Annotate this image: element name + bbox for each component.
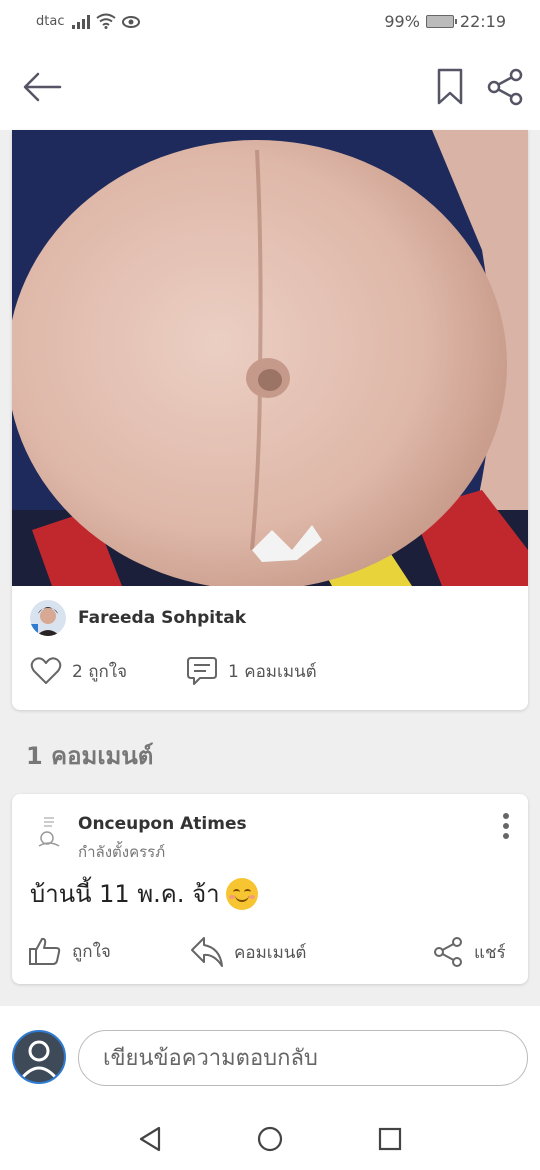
clock: 22:19 [459, 12, 506, 31]
more-options-icon[interactable] [500, 812, 512, 840]
nav-home-icon[interactable] [257, 1126, 283, 1152]
status-bar: dtac 99% 22:19 [0, 0, 540, 44]
speech-bubble-icon [187, 657, 217, 685]
comments-heading: 1 คอมเมนต์ [26, 742, 154, 770]
nav-back-icon[interactable] [138, 1126, 162, 1152]
nav-recents-icon[interactable] [378, 1127, 402, 1151]
post-photo[interactable] [12, 130, 528, 586]
smiling-face-emoji-icon [225, 877, 258, 910]
comment-text-row: บ้านนี้ 11 พ.ค. จ้า [30, 874, 258, 913]
comment-card: Onceupon Atimes กำลังตั้งครรภ์ บ้านนี้ 1… [12, 794, 528, 984]
post-actions: 2 ถูกใจ 1 คอมเมนต์ [30, 652, 510, 692]
carrier-label: dtac [36, 14, 65, 29]
status-right: 99% 22:19 [384, 12, 506, 31]
battery-percent: 99% [384, 12, 420, 31]
comment-share-label: แชร์ [474, 942, 506, 963]
my-avatar[interactable] [12, 1030, 66, 1084]
thumbs-up-icon [29, 937, 61, 965]
post-author-row[interactable]: Fareeda Sohpitak [30, 600, 246, 636]
share-icon[interactable] [486, 68, 524, 106]
heart-icon [30, 657, 62, 684]
status-icons [72, 13, 140, 29]
comment-text: บ้านนี้ 11 พ.ค. จ้า [30, 880, 220, 908]
commenter-status: กำลังตั้งครรภ์ [78, 843, 166, 861]
post-comment-button[interactable]: 1 คอมเมนต์ [186, 656, 317, 686]
eye-icon [122, 16, 140, 28]
post-author-name[interactable]: Fareeda Sohpitak [78, 608, 246, 628]
comment-reply-label: คอมเมนต์ [234, 942, 307, 963]
reply-input[interactable] [78, 1030, 528, 1086]
signal-icon [72, 15, 90, 29]
post-like-count: 2 ถูกใจ [72, 661, 128, 682]
post-like-button[interactable]: 2 ถูกใจ [30, 656, 127, 686]
reply-bar [0, 1006, 540, 1108]
share-icon [434, 937, 462, 967]
post-card: Fareeda Sohpitak 2 ถูกใจ 1 คอมเมนต์ [12, 130, 528, 710]
comment-actions: ถูกใจ คอมเมนต์ แชร์ [12, 932, 528, 972]
author-avatar[interactable] [30, 600, 66, 636]
reply-arrow-icon [191, 937, 223, 967]
bookmark-icon[interactable] [436, 68, 464, 106]
comment-like-label: ถูกใจ [72, 941, 111, 962]
system-nav-bar [0, 1108, 540, 1170]
back-arrow-icon[interactable] [22, 70, 62, 104]
wifi-icon [96, 13, 116, 29]
app-bar [0, 44, 540, 130]
commenter-name[interactable]: Onceupon Atimes [78, 814, 247, 834]
comment-reply-button[interactable]: คอมเมนต์ [190, 936, 306, 968]
comment-like-button[interactable]: ถูกใจ [28, 936, 111, 966]
commenter-avatar[interactable] [34, 812, 64, 852]
post-comment-count: 1 คอมเมนต์ [228, 661, 317, 682]
comment-share-button[interactable]: แชร์ [432, 936, 506, 968]
battery-icon [425, 15, 457, 28]
